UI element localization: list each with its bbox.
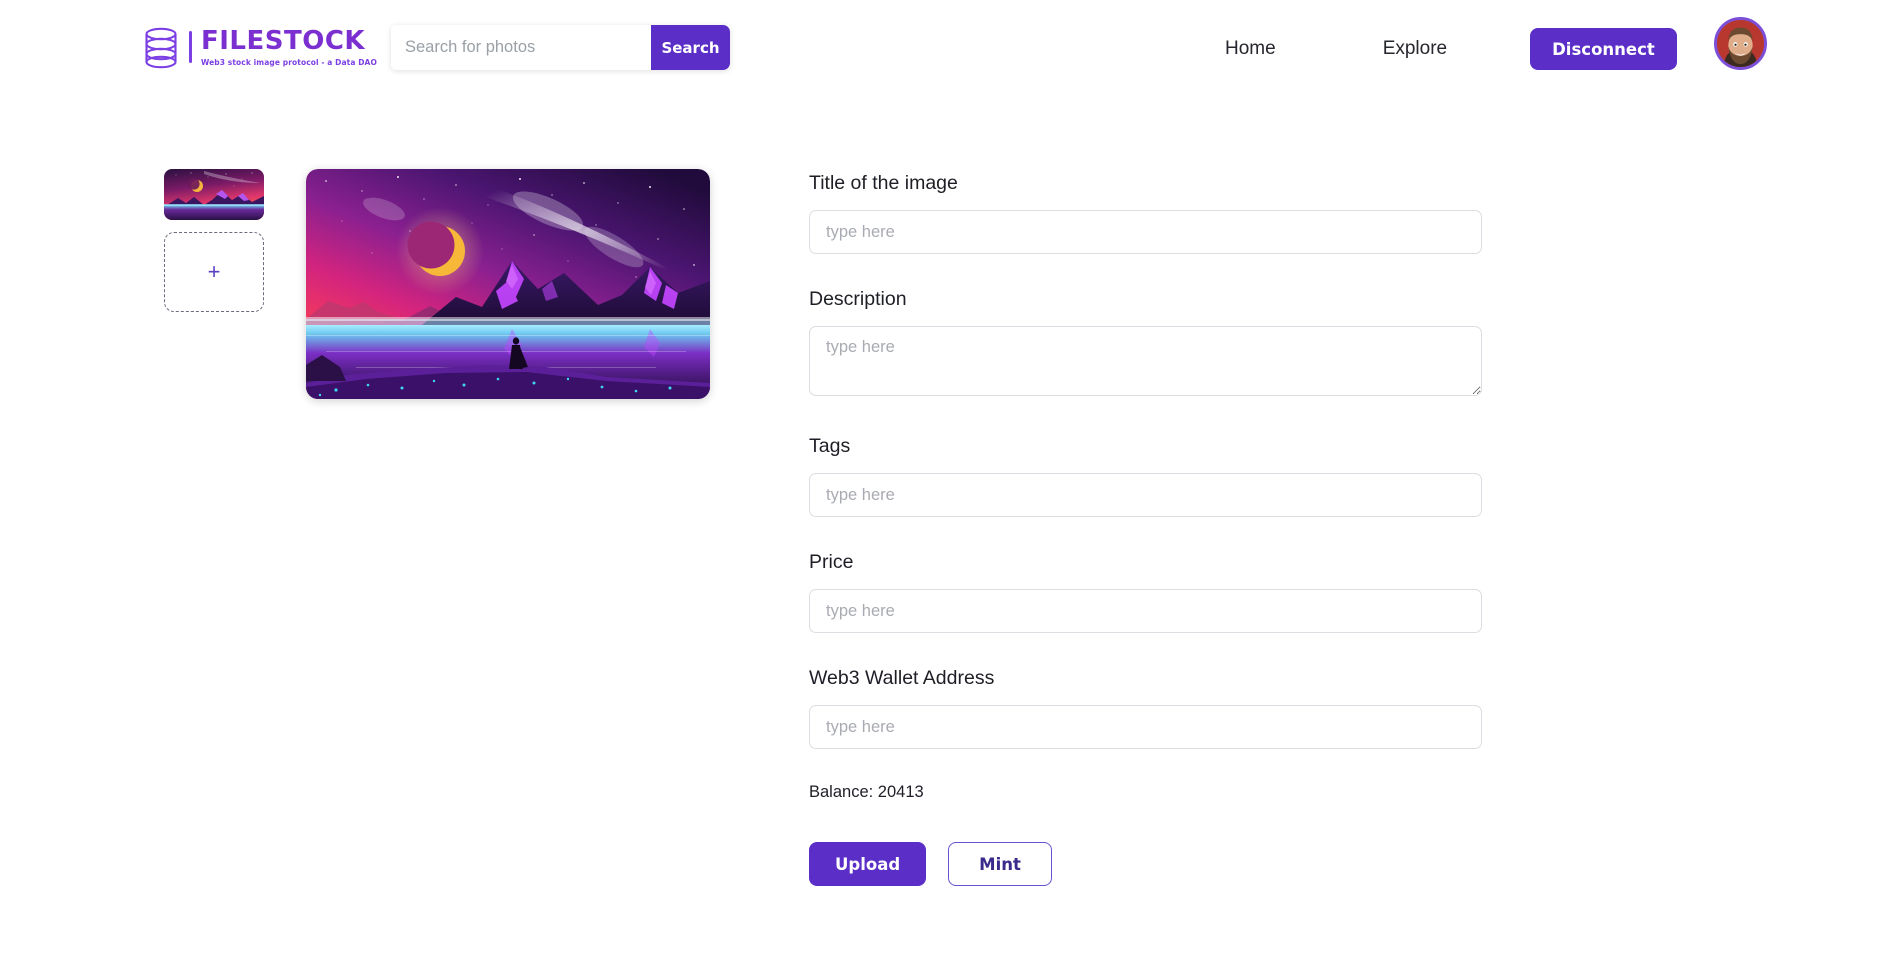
field-label-tags: Tags bbox=[809, 435, 851, 457]
disconnect-button[interactable]: Disconnect bbox=[1530, 28, 1677, 70]
field-description: Description bbox=[809, 288, 1482, 401]
field-wallet: Web3 Wallet Address bbox=[809, 667, 1482, 749]
search-bar: Search bbox=[391, 25, 730, 70]
price-input[interactable] bbox=[809, 589, 1482, 633]
description-input[interactable] bbox=[809, 326, 1482, 396]
tags-input[interactable] bbox=[809, 473, 1482, 517]
mint-button[interactable]: Mint bbox=[948, 842, 1052, 886]
field-label-description: Description bbox=[809, 288, 907, 310]
thumbnail-column: + bbox=[164, 169, 264, 312]
thumbnail-item[interactable] bbox=[164, 169, 264, 220]
image-gallery: + bbox=[164, 169, 710, 399]
brand-logo[interactable]: FILESTOCK Web3 stock image protocol - a … bbox=[140, 25, 377, 69]
nav-link-explore[interactable]: Explore bbox=[1383, 38, 1447, 60]
brand-tagline: Web3 stock image protocol - a Data DAO bbox=[201, 57, 377, 67]
balance-text: Balance: 20413 bbox=[809, 783, 924, 801]
site-header: FILESTOCK Web3 stock image protocol - a … bbox=[0, 0, 1898, 94]
nav-link-home[interactable]: Home bbox=[1225, 38, 1276, 60]
database-stack-icon bbox=[140, 25, 182, 69]
search-button[interactable]: Search bbox=[651, 25, 730, 70]
hero-image[interactable] bbox=[306, 169, 710, 399]
main-nav: Home Explore Disconnect bbox=[1225, 28, 1677, 70]
field-tags: Tags bbox=[809, 435, 1482, 517]
title-input[interactable] bbox=[809, 210, 1482, 254]
field-price: Price bbox=[809, 551, 1482, 633]
wallet-address-input[interactable] bbox=[809, 705, 1482, 749]
field-label-title: Title of the image bbox=[809, 172, 958, 194]
upload-form: Title of the image Description Tags Pric… bbox=[809, 169, 1482, 886]
search-input[interactable] bbox=[391, 25, 651, 70]
field-label-wallet: Web3 Wallet Address bbox=[809, 667, 995, 689]
brand-wordmark: FILESTOCK bbox=[201, 25, 366, 56]
user-avatar[interactable] bbox=[1714, 17, 1767, 70]
field-label-price: Price bbox=[809, 551, 854, 573]
plus-icon: + bbox=[207, 259, 221, 284]
field-title: Title of the image bbox=[809, 172, 1482, 254]
brand-text: FILESTOCK Web3 stock image protocol - a … bbox=[201, 28, 377, 67]
page-main: + Title of the image type here Descripti… bbox=[0, 94, 1898, 886]
logo-divider bbox=[189, 31, 192, 63]
upload-button[interactable]: Upload bbox=[809, 842, 927, 886]
add-image-button[interactable]: + bbox=[164, 232, 264, 312]
form-actions: Upload Mint bbox=[809, 842, 1482, 886]
